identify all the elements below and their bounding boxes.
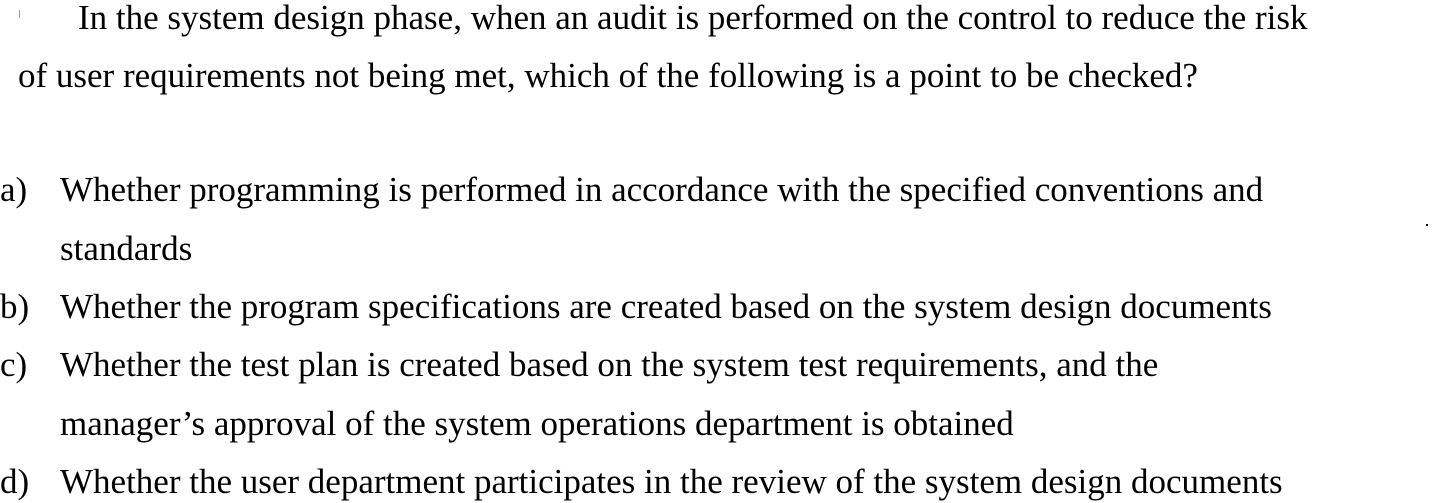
option-c-letter: c) — [0, 345, 28, 384]
option-b-letter: b) — [0, 287, 30, 326]
option-a-letter: a) — [0, 170, 28, 209]
option-d-letter: d) — [0, 462, 30, 501]
option-c-text-line-2: manager’s approval of the system operati… — [60, 404, 1014, 443]
option-c-text-line-1: Whether the test plan is created based o… — [60, 345, 1159, 384]
option-b-text-line-1: Whether the program specifications are c… — [60, 287, 1272, 326]
margin-mark — [19, 10, 20, 18]
option-a-text-line-1: Whether programming is performed in acco… — [60, 170, 1264, 209]
option-d-text-line-1: Whether the user department participates… — [60, 462, 1283, 501]
stray-dot — [1426, 224, 1428, 226]
document-page: In the system design phase, when an audi… — [0, 0, 1447, 503]
option-a-text-line-2: standards — [60, 229, 193, 268]
question-text-line-1: In the system design phase, when an audi… — [78, 0, 1308, 37]
question-text-line-2: of user requirements not being met, whic… — [18, 56, 1198, 95]
